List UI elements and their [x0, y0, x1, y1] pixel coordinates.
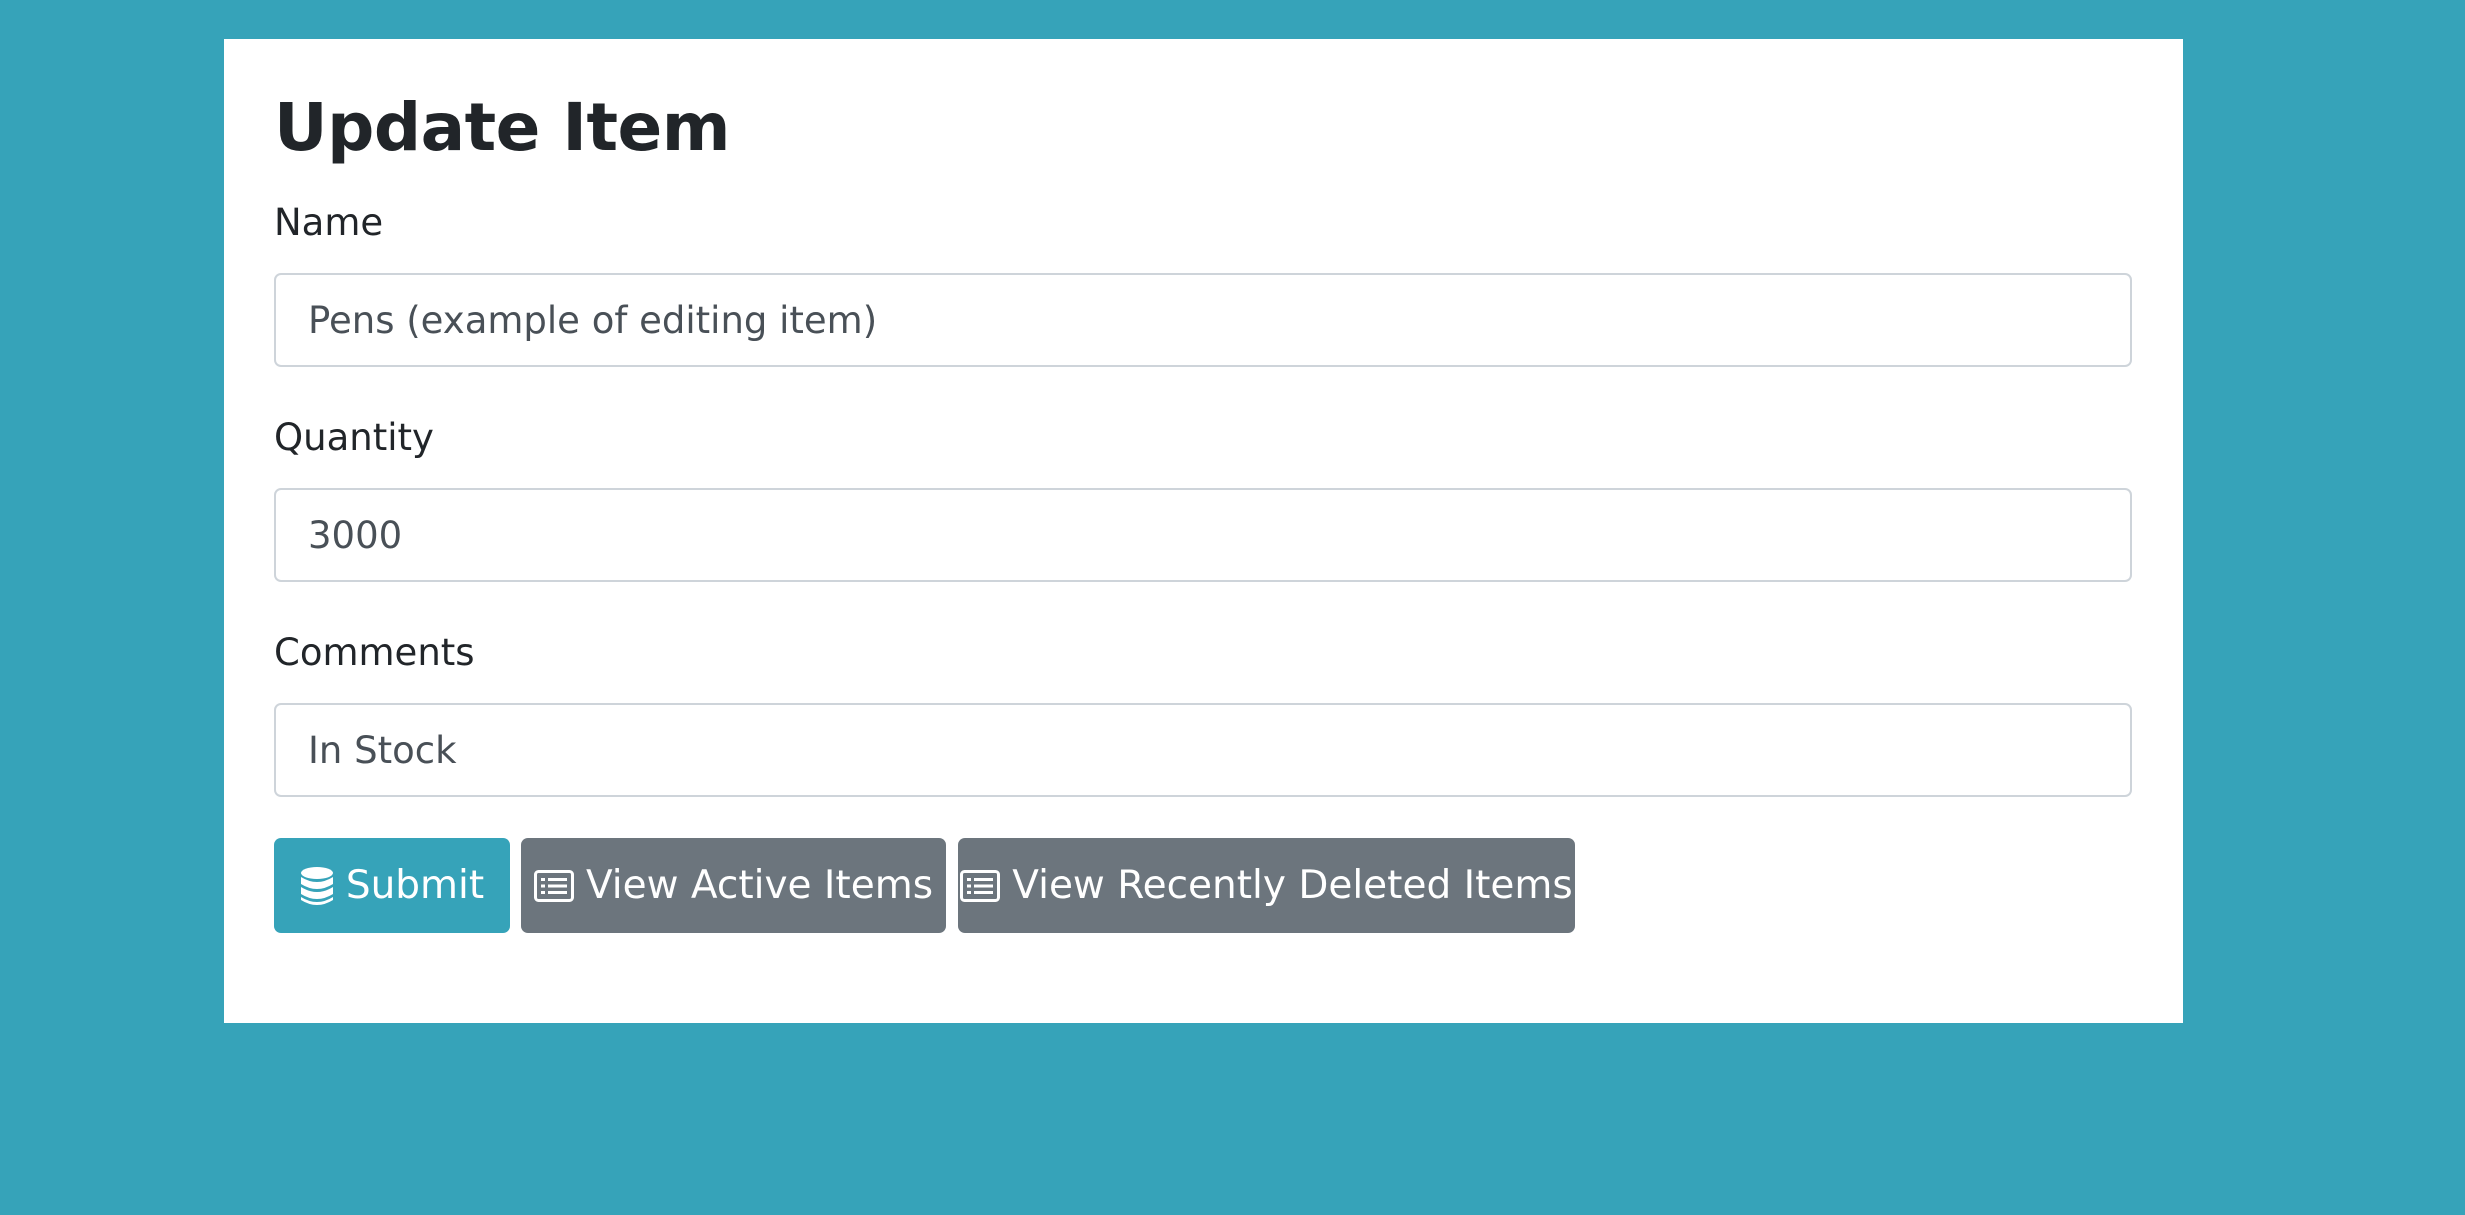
view-active-items-label: View Active Items [585, 863, 934, 908]
database-icon [300, 866, 334, 906]
quantity-input[interactable] [274, 488, 2132, 582]
view-recently-deleted-items-label: View Recently Deleted Items [1012, 863, 1573, 908]
submit-button-label: Submit [345, 863, 485, 908]
list-alt-icon [533, 869, 574, 902]
view-active-items-button[interactable]: View Active Items [521, 838, 946, 933]
submit-button[interactable]: Submit [274, 838, 510, 933]
name-label: Name [274, 201, 384, 244]
view-recently-deleted-items-button[interactable]: View Recently Deleted Items [958, 838, 1575, 933]
list-alt-icon [960, 869, 1001, 902]
name-input[interactable] [274, 273, 2132, 367]
page-title: Update Item [274, 89, 731, 166]
comments-input[interactable] [274, 703, 2132, 797]
update-item-card: Update Item Name Quantity Comments Submi… [224, 39, 2183, 1023]
comments-label: Comments [274, 631, 475, 674]
quantity-label: Quantity [274, 416, 434, 459]
